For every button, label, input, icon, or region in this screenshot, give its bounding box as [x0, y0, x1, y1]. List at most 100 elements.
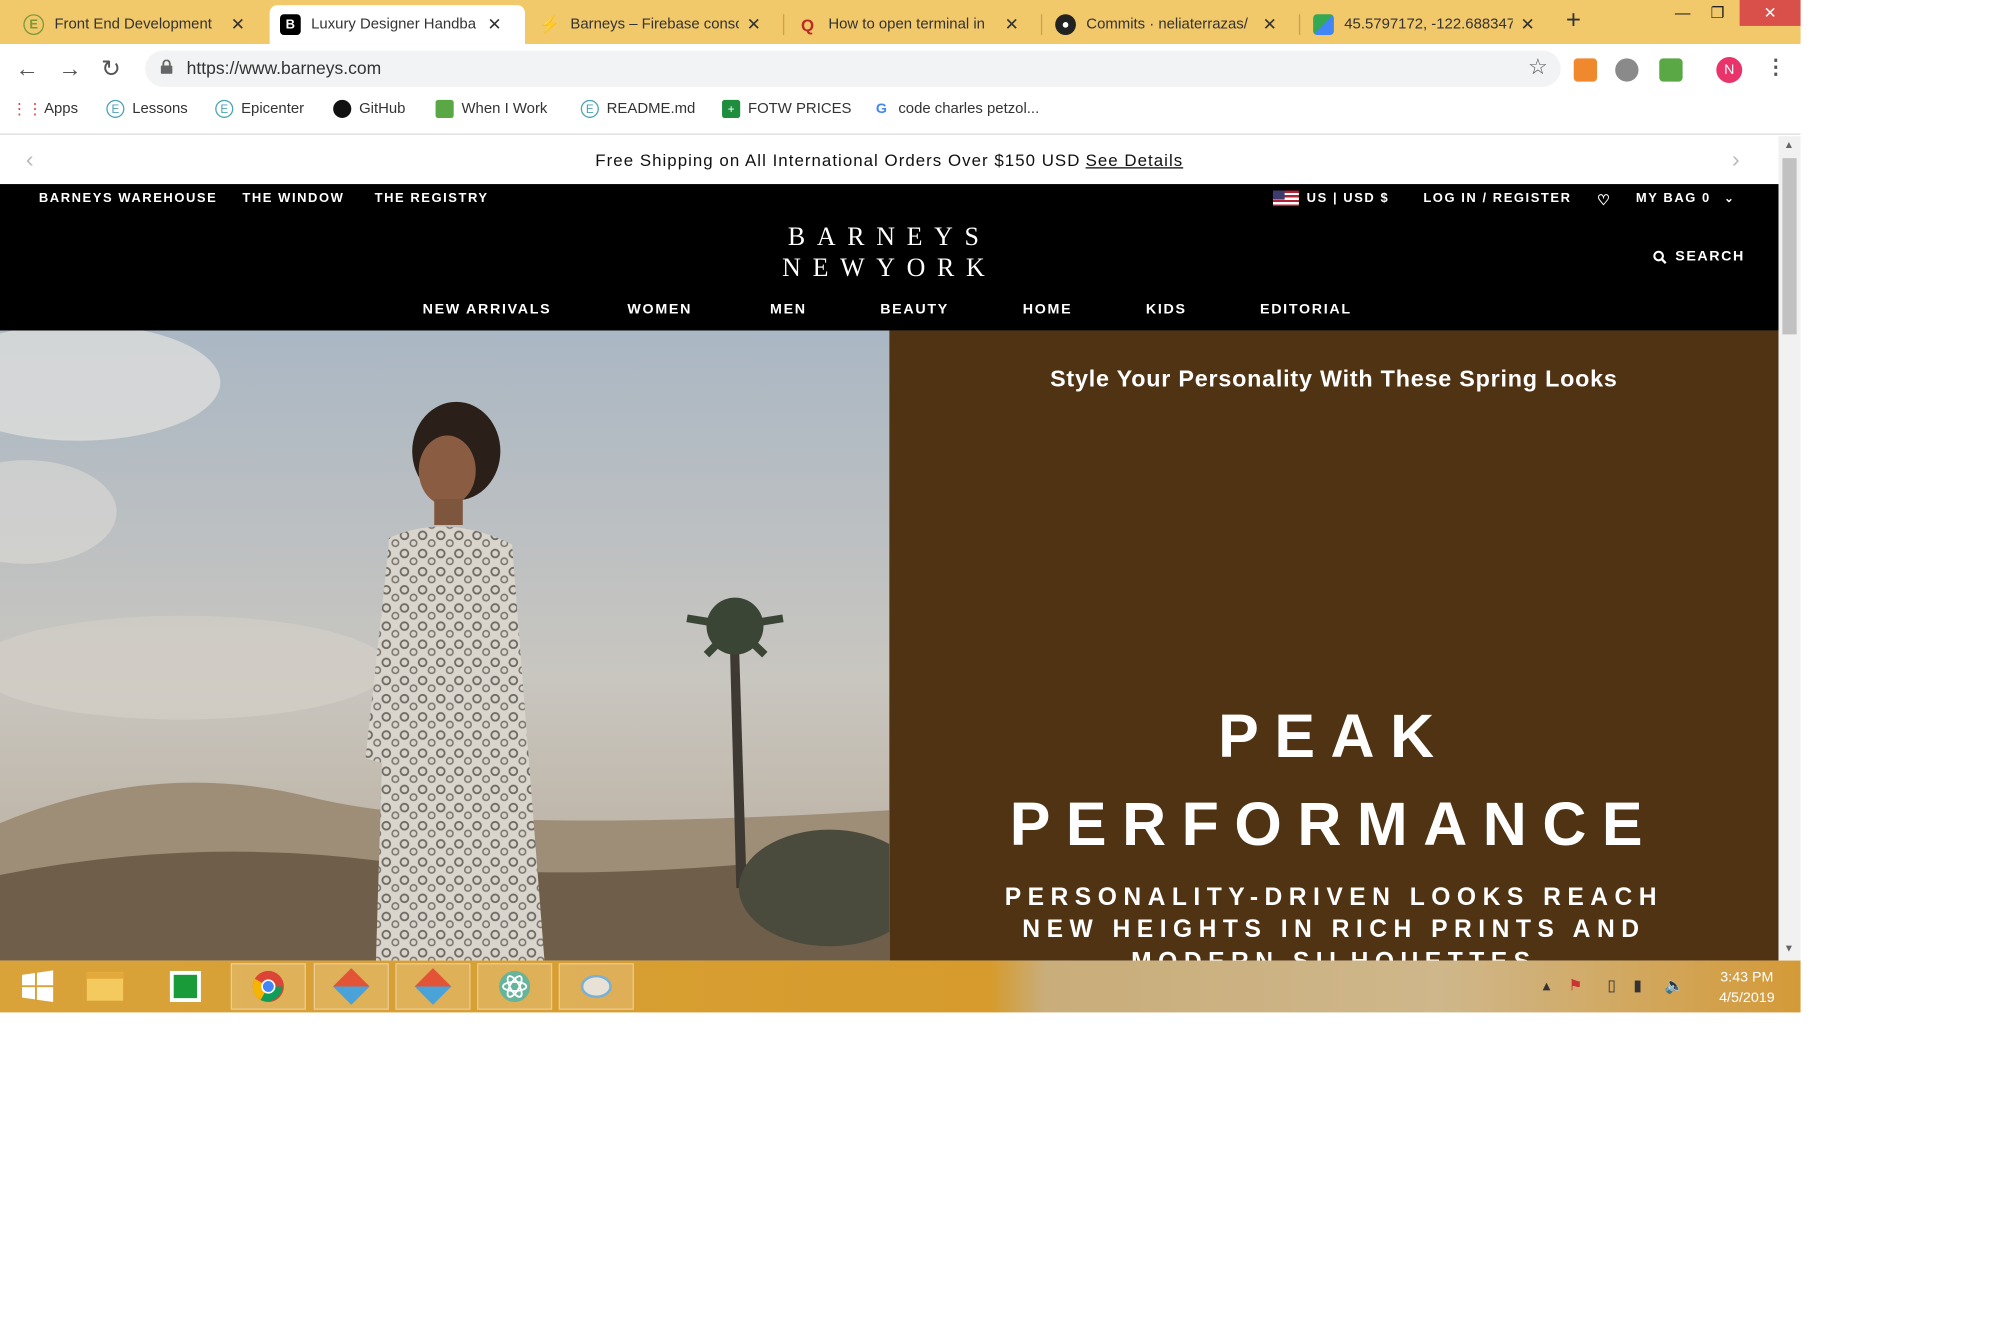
lock-icon [160, 59, 173, 74]
google-icon: G [875, 101, 888, 117]
bookmark-apps[interactable]: ⋮⋮ Apps [11, 99, 78, 118]
close-tab-icon[interactable]: ✕ [1521, 14, 1535, 35]
screen: E Front End Development ✕ B Luxury Desig… [0, 0, 1801, 1013]
system-clock[interactable]: 3:43 PM 4/5/2019 [1719, 967, 1775, 1008]
site-header: BARNEYS WAREHOUSE THE WINDOW THE REGISTR… [0, 184, 1779, 331]
hero-kicker: Style Your Personality With These Spring… [1050, 365, 1618, 392]
windows-start-icon[interactable] [0, 963, 75, 1010]
nav-new-arrivals[interactable]: NEW ARRIVALS [423, 302, 552, 318]
bookmark-lessons[interactable]: E Lessons [106, 99, 188, 118]
tab-maps[interactable]: 45.5797172, -122.688347 ✕ [1303, 5, 1556, 44]
link-barneys-warehouse[interactable]: BARNEYS WAREHOUSE [39, 192, 217, 206]
file-explorer-icon[interactable] [67, 963, 142, 1010]
close-tab-icon[interactable]: ✕ [1263, 14, 1277, 35]
address-bar[interactable]: https://www.barneys.com ☆ [145, 50, 1561, 87]
us-flag-icon [1272, 190, 1299, 207]
bookmarks-bar: ⋮⋮ Apps E Lessons E Epicenter GitHub When I… [0, 92, 1801, 135]
hero-image[interactable] [0, 330, 890, 961]
restore-button[interactable]: ❐ [1692, 0, 1744, 26]
page-viewport: ‹ Free Shipping on All International Ord… [0, 136, 1801, 961]
nav-kids[interactable]: KIDS [1146, 302, 1187, 318]
git-icon[interactable] [395, 963, 471, 1010]
see-details-link[interactable]: See Details [1086, 150, 1184, 169]
browser-toolbar: ← → ↻ https://www.barneys.com ☆ N ⋮ [0, 44, 1801, 93]
github-icon [333, 99, 352, 118]
volume-icon[interactable]: 🔈 [1664, 976, 1683, 994]
close-tab-icon[interactable]: ✕ [231, 14, 245, 35]
link-the-window[interactable]: THE WINDOW [242, 192, 344, 206]
tab-front-end-development[interactable]: E Front End Development ✕ [13, 5, 266, 44]
tab-open-terminal[interactable]: Q How to open terminal in ✕ [787, 5, 1040, 44]
scroll-down-icon[interactable]: ▼ [1784, 942, 1794, 954]
chrome-menu-icon[interactable]: ⋮ [1766, 54, 1787, 80]
browser-tab-strip: E Front End Development ✕ B Luxury Desig… [0, 0, 1801, 45]
bookmark-when-i-work[interactable]: When I Work [435, 99, 547, 118]
extension-globe-icon[interactable] [1615, 58, 1639, 82]
profile-avatar[interactable]: N [1716, 57, 1743, 83]
firebase-icon: ⚡ [539, 14, 561, 34]
bookmark-github[interactable]: GitHub [333, 99, 405, 118]
close-tab-icon[interactable]: ✕ [487, 14, 501, 35]
bookmark-readme[interactable]: E README.md [580, 99, 695, 118]
chevron-left-icon[interactable]: ‹ [26, 136, 35, 184]
reload-icon[interactable]: ↻ [101, 56, 121, 83]
new-tab-button[interactable]: + [1566, 6, 1581, 36]
tray-expand-icon[interactable]: ▴ [1543, 976, 1551, 994]
when-i-work-icon [435, 99, 454, 118]
hero-subtitle: PERSONALITY-DRIVEN LOOKS REACH NEW HEIGH… [1004, 884, 1664, 960]
search-button[interactable]: SEARCH [1653, 249, 1745, 264]
git-icon[interactable] [313, 963, 389, 1010]
chrome-icon[interactable] [230, 963, 306, 1010]
barneys-icon: B [280, 14, 301, 36]
windows-taskbar: ▴ ⚑ ▯ ▮ 🔈 3:43 PM 4/5/2019 [0, 960, 1801, 1013]
tab-commits[interactable]: ● Commits · neliaterrazas/ ✕ [1045, 5, 1298, 44]
bookmark-epicenter[interactable]: E Epicenter [215, 99, 304, 118]
store-icon[interactable] [148, 963, 223, 1010]
tab-separator [1298, 14, 1301, 36]
hero-title-line1: PEAK [1218, 701, 1450, 771]
sheets-icon: + [722, 99, 741, 118]
nav-men[interactable]: MEN [770, 302, 807, 318]
my-bag-button[interactable]: MY BAG 0 [1636, 192, 1711, 206]
forward-arrow-icon[interactable]: → [58, 56, 81, 83]
hero-text-panel[interactable]: Style Your Personality With These Spring… [889, 330, 1779, 961]
chevron-down-icon[interactable]: ⌄ [1724, 192, 1735, 206]
network-warning-icon[interactable]: ⚑ [1569, 976, 1583, 994]
nav-beauty[interactable]: BEAUTY [880, 302, 949, 318]
bookmark-star-icon[interactable]: ☆ [1528, 54, 1548, 80]
epicodus-icon: E [580, 99, 599, 118]
barneys-logo-line2[interactable]: NEWYORK [0, 254, 1779, 284]
close-tab-icon[interactable]: ✕ [1005, 14, 1019, 35]
link-the-registry[interactable]: THE REGISTRY [375, 192, 489, 206]
tab-firebase-console[interactable]: ⚡ Barneys – Firebase conso ✕ [529, 5, 782, 44]
back-arrow-icon[interactable]: ← [16, 56, 39, 83]
extension-counter-icon[interactable] [1659, 58, 1683, 82]
nav-editorial[interactable]: EDITORIAL [1260, 302, 1352, 318]
paint-icon[interactable] [558, 963, 634, 1010]
page-scrollbar[interactable]: ▲ ▼ [1778, 136, 1801, 961]
signal-icon[interactable]: ▮ [1633, 976, 1642, 994]
bookmark-fotw-prices[interactable]: + FOTW PRICES [722, 99, 852, 118]
atom-icon[interactable] [477, 963, 553, 1010]
github-icon: ● [1055, 14, 1076, 36]
chevron-right-icon[interactable]: › [1732, 136, 1741, 184]
apps-grid-icon: ⋮⋮ [11, 99, 43, 118]
search-icon [1653, 250, 1668, 264]
locale-selector[interactable]: US | USD $ [1307, 192, 1390, 206]
nav-women[interactable]: WOMEN [627, 302, 692, 318]
extension-icon[interactable] [1573, 58, 1598, 82]
scroll-thumb[interactable] [1782, 158, 1797, 335]
quora-icon: Q [801, 14, 815, 35]
scroll-up-icon[interactable]: ▲ [1784, 139, 1794, 151]
barneys-logo-line1[interactable]: BARNEYS [0, 223, 1779, 253]
login-register-link[interactable]: LOG IN / REGISTER [1423, 192, 1571, 206]
nav-home[interactable]: HOME [1023, 302, 1073, 318]
hero-title-line2: PERFORMANCE [1009, 789, 1659, 859]
battery-icon[interactable]: ▯ [1607, 976, 1616, 994]
epicodus-icon: E [106, 99, 125, 118]
tab-luxury-designer-handbags[interactable]: B Luxury Designer Handba ✕ [269, 5, 526, 45]
close-window-button[interactable]: ✕ [1739, 0, 1801, 26]
close-tab-icon[interactable]: ✕ [747, 14, 761, 35]
bookmark-code-charles-petzold[interactable]: Gcode charles petzol... [872, 100, 1039, 118]
wishlist-heart-icon[interactable]: ♡ [1597, 192, 1611, 209]
